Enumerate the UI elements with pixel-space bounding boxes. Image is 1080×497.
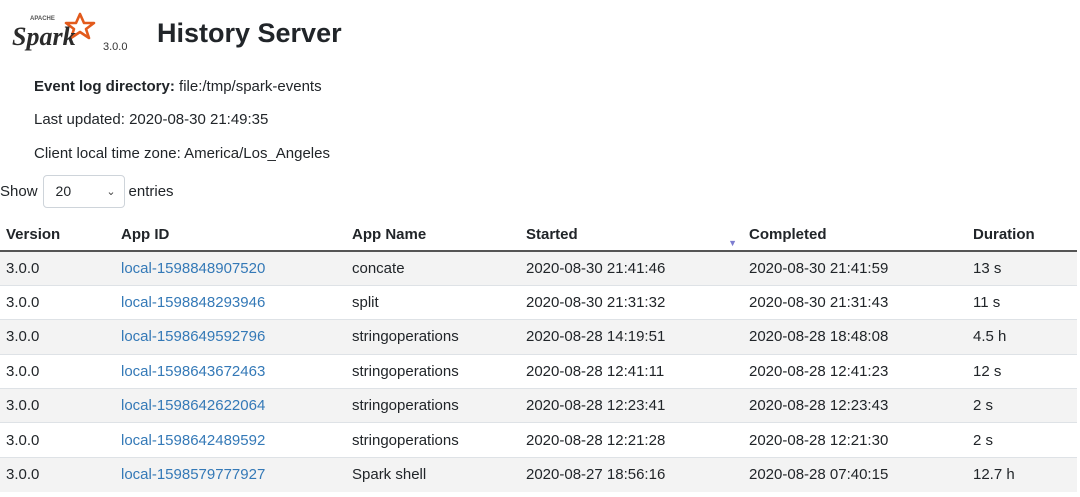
cell-version: 3.0.0 [0,250,115,286]
cell-started: 2020-08-28 12:41:11 [520,353,743,389]
cell-duration: 12 s [967,353,1077,389]
app-id-link[interactable]: local-1598642622064 [121,397,265,414]
cell-app-id: local-1598643672463 [115,353,346,389]
column-header-started-label: Started [526,225,578,243]
cell-app-name: stringoperations [346,319,520,355]
app-id-link[interactable]: local-1598642489592 [121,432,265,449]
column-header-started[interactable]: Started ▼ [520,218,743,252]
cell-started: 2020-08-28 14:19:51 [520,319,743,355]
table-row: 3.0.0 local-1598848907520 concate 2020-0… [0,250,1077,286]
cell-completed: 2020-08-28 12:21:30 [743,422,967,458]
column-header-version[interactable]: Version [0,218,115,252]
spark-logo[interactable]: APACHE Spark 3.0.0 [10,10,150,60]
cell-app-name: stringoperations [346,422,520,458]
cell-app-name: stringoperations [346,388,520,423]
table-row: 3.0.0 local-1598642489592 stringoperatio… [0,422,1077,458]
version-tag: 3.0.0 [103,41,128,53]
spark-star-icon: APACHE Spark [12,12,96,51]
cell-duration: 13 s [967,250,1077,286]
chevron-down-icon: ⌄ [106,185,116,198]
event-log-directory: Event log directory: file:/tmp/spark-eve… [34,78,322,95]
cell-duration: 12.7 h [967,456,1077,492]
last-updated: Last updated: 2020-08-30 21:49:35 [34,111,269,128]
cell-app-name: concate [346,250,520,286]
cell-started: 2020-08-30 21:41:46 [520,250,743,286]
column-header-app-id[interactable]: App ID [115,218,346,252]
cell-app-id: local-1598642489592 [115,422,346,458]
cell-version: 3.0.0 [0,319,115,355]
cell-version: 3.0.0 [0,422,115,458]
cell-app-id: local-1598848293946 [115,284,346,320]
cell-started: 2020-08-28 12:21:28 [520,422,743,458]
page-title: History Server [157,18,342,48]
column-header-app-name[interactable]: App Name [346,218,520,252]
cell-app-id: local-1598649592796 [115,319,346,355]
cell-duration: 2 s [967,422,1077,458]
sort-desc-icon: ▼ [728,238,737,248]
cell-started: 2020-08-28 12:23:41 [520,388,743,423]
column-header-duration[interactable]: Duration [967,218,1077,252]
logo-text: Spark [12,22,76,51]
show-label: Show [0,182,38,200]
entries-label: entries [128,182,174,200]
app-id-link[interactable]: local-1598649592796 [121,328,265,345]
table-row: 3.0.0 local-1598649592796 stringoperatio… [0,319,1077,355]
cell-app-id: local-1598579777927 [115,456,346,492]
applications-table: Version App ID App Name Started ▼ Comple… [0,218,1077,492]
entries-select-value: 20 [55,183,72,199]
table-header-row: Version App ID App Name Started ▼ Comple… [0,218,1077,252]
entries-control: Show 20 ⌄ entries [0,174,174,208]
cell-duration: 2 s [967,388,1077,423]
cell-completed: 2020-08-28 18:48:08 [743,319,967,355]
app-id-link[interactable]: local-1598643672463 [121,363,265,380]
cell-app-id: local-1598642622064 [115,388,346,423]
event-log-value: file:/tmp/spark-events [179,78,322,95]
entries-select[interactable]: 20 ⌄ [42,174,125,208]
table-row: 3.0.0 local-1598643672463 stringoperatio… [0,353,1077,389]
cell-version: 3.0.0 [0,388,115,423]
table-row: 3.0.0 local-1598848293946 split 2020-08-… [0,284,1077,320]
page-header: APACHE Spark 3.0.0 History Server [10,10,370,60]
cell-duration: 4.5 h [967,319,1077,355]
cell-completed: 2020-08-28 12:41:23 [743,353,967,389]
cell-completed: 2020-08-30 21:31:43 [743,284,967,320]
cell-completed: 2020-08-28 12:23:43 [743,388,967,423]
column-header-completed[interactable]: Completed [743,218,967,252]
cell-completed: 2020-08-30 21:41:59 [743,250,967,286]
event-log-label: Event log directory: [34,78,175,95]
cell-app-name: split [346,284,520,320]
cell-completed: 2020-08-28 07:40:15 [743,456,967,492]
app-id-link[interactable]: local-1598848293946 [121,294,265,311]
cell-duration: 11 s [967,284,1077,320]
cell-version: 3.0.0 [0,456,115,492]
cell-version: 3.0.0 [0,284,115,320]
cell-app-id: local-1598848907520 [115,250,346,286]
cell-app-name: stringoperations [346,353,520,389]
table-row: 3.0.0 local-1598579777927 Spark shell 20… [0,456,1077,492]
client-timezone: Client local time zone: America/Los_Ange… [34,145,330,162]
cell-started: 2020-08-27 18:56:16 [520,456,743,492]
cell-started: 2020-08-30 21:31:32 [520,284,743,320]
cell-version: 3.0.0 [0,353,115,389]
cell-app-name: Spark shell [346,456,520,492]
table-row: 3.0.0 local-1598642622064 stringoperatio… [0,388,1077,423]
app-id-link[interactable]: local-1598848907520 [121,260,265,277]
app-id-link[interactable]: local-1598579777927 [121,466,265,483]
